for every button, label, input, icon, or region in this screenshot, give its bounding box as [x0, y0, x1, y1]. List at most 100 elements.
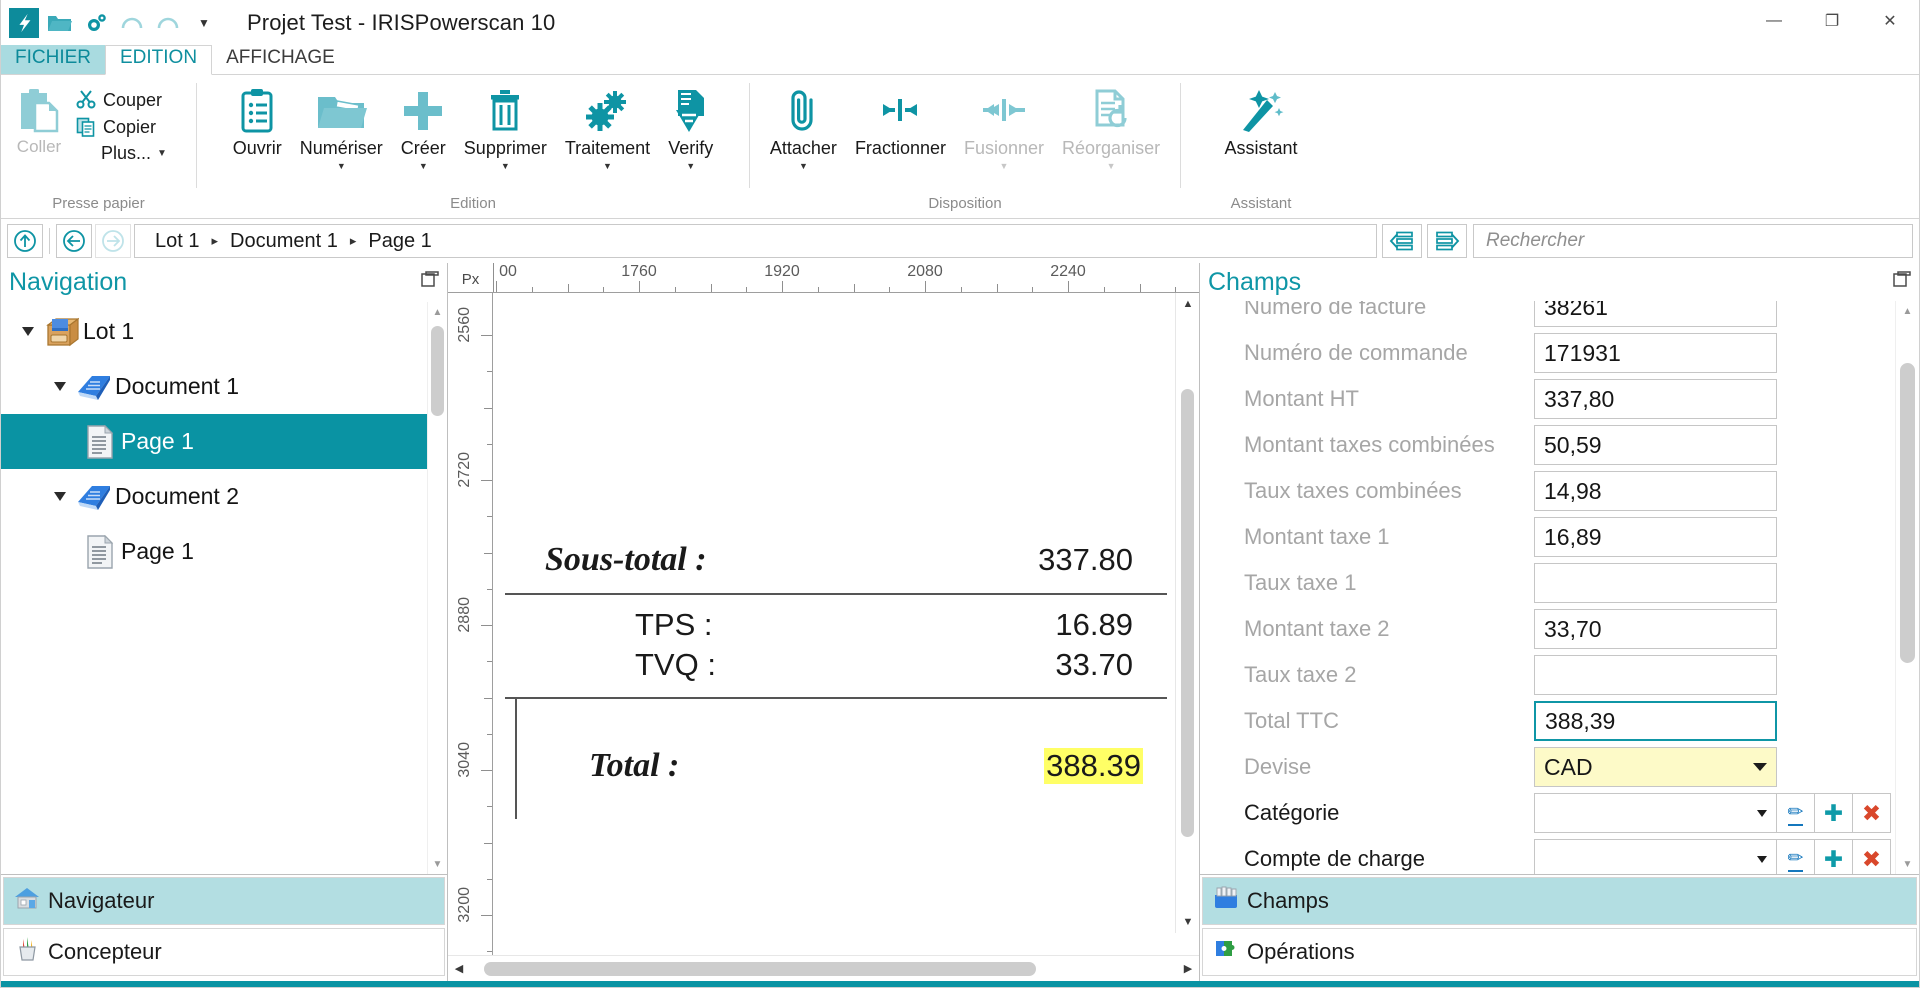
field-input[interactable] [1534, 655, 1777, 695]
scroll-up-icon[interactable]: ▲ [1896, 301, 1919, 321]
chevron-down-icon[interactable]: ▼ [1000, 160, 1009, 172]
breadcrumb-item-page[interactable]: Page 1 [358, 230, 441, 253]
chevron-down-icon[interactable] [1753, 763, 1767, 771]
breadcrumb-item-lot[interactable]: Lot 1 [145, 230, 209, 253]
viewer-vertical-scrollbar[interactable]: ▲ ▼ [1175, 293, 1199, 933]
tree-item-page-1-doc1[interactable]: Page 1 [1, 414, 447, 469]
pane-tab-navigateur[interactable]: Navigateur [3, 877, 445, 925]
scrollbar-track[interactable] [428, 322, 447, 854]
paste-button[interactable]: Coller [9, 81, 69, 157]
field-input[interactable]: 337,80 [1534, 379, 1777, 419]
chevron-down-icon[interactable]: ▼ [337, 160, 346, 172]
tree-item-lot-1[interactable]: Lot 1 [1, 304, 447, 359]
field-input[interactable] [1534, 563, 1777, 603]
field-input[interactable] [1534, 793, 1777, 833]
field-input[interactable]: 16,89 [1534, 517, 1777, 557]
ouvrir-button[interactable]: Ouvrir [224, 81, 291, 159]
app-logo-button[interactable] [7, 6, 41, 40]
fusionner-button[interactable]: Fusionner ▼ [955, 81, 1053, 172]
fields-scrollbar[interactable]: ▲ ▼ [1895, 301, 1919, 874]
search-input[interactable]: Rechercher [1473, 224, 1913, 258]
chevron-down-icon[interactable]: ▼ [501, 160, 510, 172]
cut-button[interactable]: Couper [69, 87, 173, 113]
expander-icon[interactable] [47, 382, 73, 391]
scroll-up-icon[interactable]: ▲ [428, 302, 447, 322]
forward-button[interactable] [95, 224, 131, 258]
qat-more-icon[interactable]: ▼ [187, 6, 221, 40]
chevron-down-icon[interactable] [1757, 855, 1767, 863]
pin-icon[interactable] [421, 270, 439, 294]
add-button[interactable]: ✚ [1815, 839, 1853, 874]
viewer-horizontal-scrollbar[interactable]: ◀ ▶ [448, 955, 1199, 981]
delete-button[interactable]: ✖ [1853, 793, 1891, 833]
pane-tab-operations[interactable]: Opérations [1202, 928, 1917, 976]
collapse-left-button[interactable] [1382, 224, 1422, 258]
assistant-button[interactable]: Assistant [1215, 81, 1306, 159]
scrollbar-thumb[interactable] [1181, 389, 1194, 837]
field-input[interactable] [1534, 839, 1777, 874]
reorganiser-button[interactable]: Réorganiser ▼ [1053, 81, 1169, 172]
scrollbar-track[interactable] [470, 961, 1177, 976]
field-input[interactable]: 14,98 [1534, 471, 1777, 511]
tab-edition[interactable]: EDITION [105, 45, 213, 75]
scrollbar-thumb[interactable] [484, 961, 1036, 976]
traitement-button[interactable]: Traitement ▼ [556, 81, 659, 172]
scrollbar-thumb[interactable] [431, 326, 444, 416]
gear-icon[interactable] [79, 6, 113, 40]
undo-icon[interactable] [115, 6, 149, 40]
close-button[interactable]: ✕ [1861, 0, 1919, 42]
field-input[interactable]: 33,70 [1534, 609, 1777, 649]
tree-item-document-2[interactable]: Document 2 [1, 469, 447, 524]
breadcrumb-item-document[interactable]: Document 1 [220, 230, 348, 253]
attacher-button[interactable]: Attacher ▼ [761, 81, 846, 172]
tab-fichier[interactable]: FICHIER [1, 45, 105, 74]
go-up-button[interactable] [7, 224, 43, 258]
page-canvas[interactable]: Sous-total : 337.80 TPS : 16.89 TVQ : 33… [493, 293, 1199, 955]
chevron-down-icon[interactable]: ▼ [799, 160, 808, 172]
scroll-down-icon[interactable]: ▼ [1176, 911, 1199, 933]
chevron-down-icon[interactable]: ▼ [603, 160, 612, 172]
breadcrumb[interactable]: Lot 1 ▸ Document 1 ▸ Page 1 [134, 224, 1377, 258]
navigation-tree[interactable]: Lot 1 Document 1 Page 1 Document 2 Page … [1, 301, 447, 874]
field-input[interactable]: 38261 [1534, 301, 1777, 327]
scrollbar-track[interactable] [1896, 321, 1919, 854]
pane-tab-champs[interactable]: Champs [1202, 877, 1917, 925]
copy-button[interactable]: Copier [69, 114, 173, 140]
pin-icon[interactable] [1893, 270, 1911, 294]
navigation-scrollbar[interactable]: ▲ ▼ [427, 302, 447, 874]
delete-button[interactable]: ✖ [1853, 839, 1891, 874]
chevron-down-icon[interactable] [1757, 809, 1767, 817]
field-input[interactable]: 388,39 [1534, 701, 1777, 741]
expander-icon[interactable] [47, 492, 73, 501]
edit-button[interactable]: ✏ [1777, 793, 1815, 833]
field-input[interactable]: 171931 [1534, 333, 1777, 373]
redo-icon[interactable] [151, 6, 185, 40]
verify-button[interactable]: Verify ▼ [659, 81, 722, 172]
chevron-down-icon[interactable]: ▼ [686, 160, 695, 172]
scrollbar-track[interactable] [1181, 317, 1194, 909]
scroll-left-icon[interactable]: ◀ [448, 958, 470, 980]
scroll-down-icon[interactable]: ▼ [1896, 854, 1919, 874]
scroll-right-icon[interactable]: ▶ [1177, 958, 1199, 980]
minimize-button[interactable]: — [1745, 0, 1803, 42]
open-icon[interactable] [43, 6, 77, 40]
scroll-up-icon[interactable]: ▲ [1176, 293, 1199, 315]
creer-button[interactable]: Créer ▼ [392, 81, 455, 172]
chevron-down-icon[interactable]: ▼ [1107, 160, 1116, 172]
fractionner-button[interactable]: Fractionner [846, 81, 955, 159]
field-input[interactable]: 50,59 [1534, 425, 1777, 465]
tab-affichage[interactable]: AFFICHAGE [212, 45, 349, 74]
fields-list[interactable]: Numéro de facture 38261 Numéro de commande… [1200, 301, 1919, 874]
scroll-down-icon[interactable]: ▼ [428, 854, 447, 874]
restore-button[interactable]: ❐ [1803, 0, 1861, 42]
scrollbar-thumb[interactable] [1900, 363, 1915, 663]
more-button[interactable]: Plus... ▼ [69, 141, 173, 166]
field-input[interactable]: CAD [1534, 747, 1777, 787]
numeriser-button[interactable]: Numériser ▼ [291, 81, 392, 172]
add-button[interactable]: ✚ [1815, 793, 1853, 833]
chevron-down-icon[interactable]: ▼ [419, 160, 428, 172]
expander-icon[interactable] [15, 327, 41, 336]
tree-item-document-1[interactable]: Document 1 [1, 359, 447, 414]
supprimer-button[interactable]: Supprimer ▼ [455, 81, 556, 172]
tree-item-page-1-doc2[interactable]: Page 1 [1, 524, 447, 579]
